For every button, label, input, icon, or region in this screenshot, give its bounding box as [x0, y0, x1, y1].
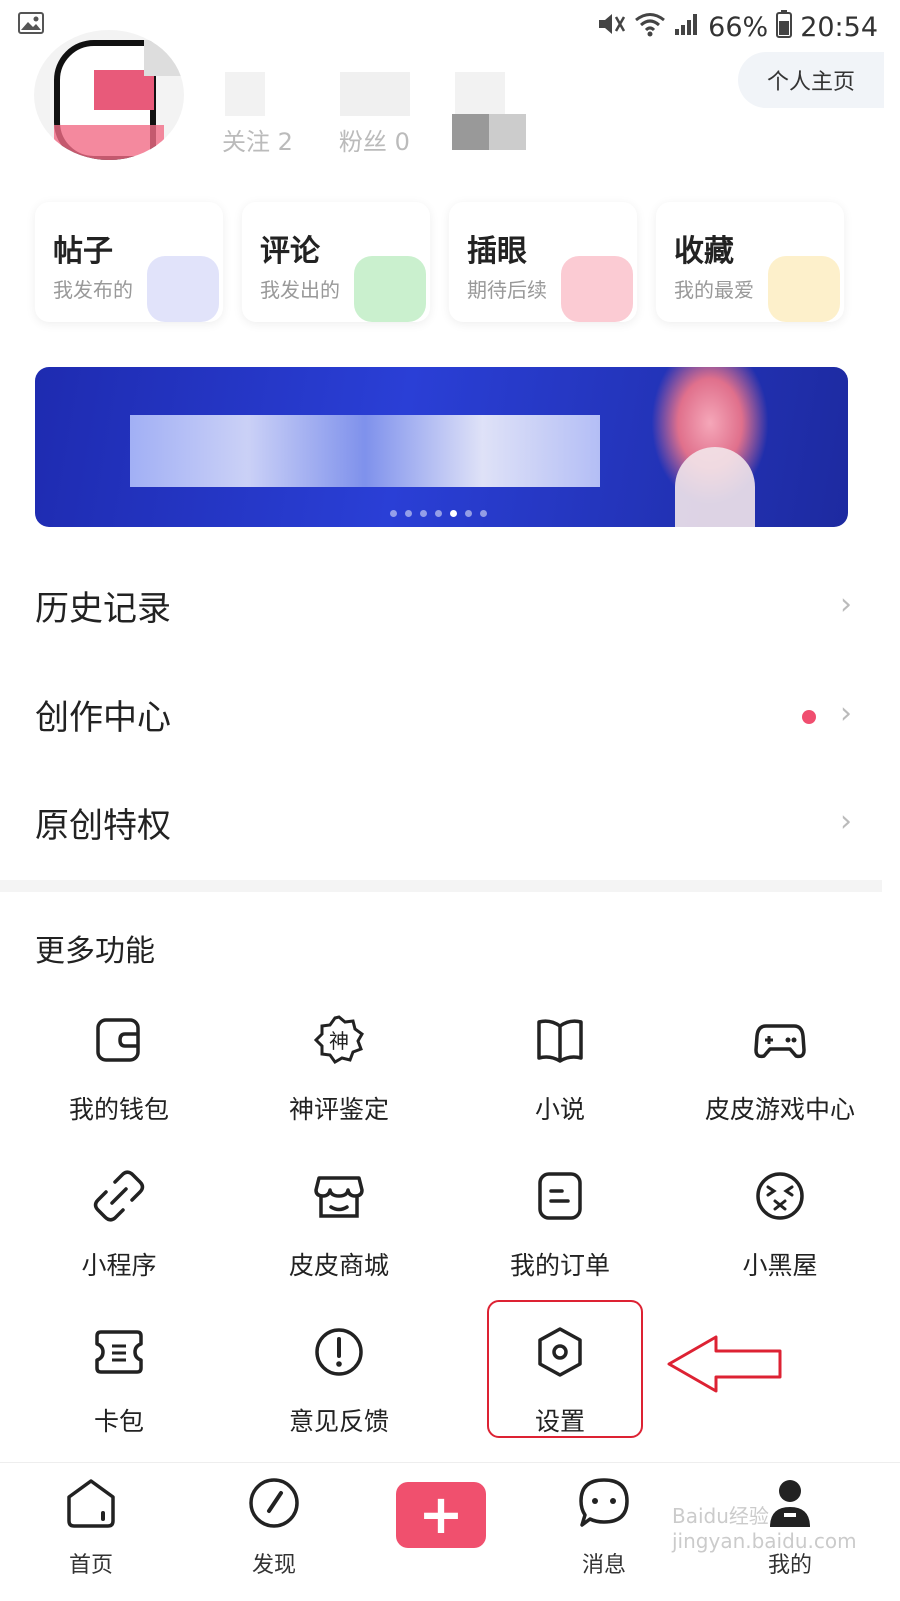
row-history[interactable]: 历史记录 ›	[0, 553, 900, 661]
eye-icon	[561, 256, 633, 322]
feature-label: 卡包	[93, 1407, 144, 1436]
banner-graphic	[130, 415, 600, 487]
battery-icon	[776, 10, 793, 45]
feature-mall[interactable]: 皮皮商城	[229, 1170, 449, 1290]
card-posts[interactable]: 帖子 我发布的	[35, 202, 223, 322]
feature-god-comment[interactable]: 神 神评鉴定	[229, 1014, 449, 1134]
clock: 20:54	[800, 12, 878, 43]
chevron-right-icon: ›	[840, 587, 852, 622]
banner-pagination	[390, 510, 487, 517]
svg-text:神: 神	[329, 1029, 349, 1053]
promo-banner[interactable]	[35, 367, 848, 527]
feature-blacklist[interactable]: 小黑屋	[670, 1170, 890, 1290]
personal-homepage-button[interactable]: 个人主页	[738, 52, 884, 108]
book-icon	[537, 1019, 583, 1063]
tab-discover[interactable]: 发现	[214, 1475, 334, 1585]
row-creator-center[interactable]: 创作中心 ›	[0, 662, 900, 770]
store-icon	[314, 1176, 364, 1218]
feature-label: 意见反馈	[288, 1407, 389, 1436]
battery-percent: 66%	[708, 12, 769, 43]
post-icon	[147, 256, 219, 322]
card-title: 帖子	[53, 234, 113, 269]
card-subtitle: 我发出的	[260, 278, 340, 302]
gallery-icon	[18, 12, 44, 38]
tab-label: 发现	[251, 1553, 296, 1578]
chat-icon	[579, 1478, 629, 1527]
plus-icon: +	[418, 1483, 464, 1546]
chat-bubble-icon	[354, 256, 426, 322]
notification-dot	[802, 710, 816, 724]
dizzy-face-icon	[756, 1172, 804, 1220]
star-icon	[768, 256, 840, 322]
exclamation-icon	[315, 1328, 363, 1376]
mute-icon	[596, 11, 626, 44]
profile-redacted-badge	[452, 114, 526, 150]
feature-novel[interactable]: 小说	[450, 1014, 670, 1134]
pointer-arrow-icon	[667, 1335, 782, 1393]
feature-feedback[interactable]: 意见反馈	[229, 1326, 449, 1446]
order-icon	[538, 1172, 582, 1220]
card-subtitle: 期待后续	[467, 278, 547, 302]
badge-icon: 神	[313, 1015, 364, 1064]
section-divider	[0, 880, 882, 892]
card-bookmarks[interactable]: 插眼 期待后续	[449, 202, 637, 322]
signal-icon	[674, 12, 700, 43]
home-icon	[67, 1479, 115, 1528]
tab-label: 消息	[581, 1553, 626, 1578]
more-features-title: 更多功能	[35, 934, 155, 969]
settings-highlight-box	[487, 1300, 643, 1438]
row-label: 原创特权	[35, 806, 171, 846]
card-title: 评论	[260, 234, 320, 269]
row-original-privilege[interactable]: 原创特权 ›	[0, 770, 900, 878]
feature-label: 小程序	[81, 1251, 157, 1280]
stat-followers: 粉丝 0	[338, 128, 410, 156]
card-subtitle: 我发布的	[53, 278, 133, 302]
tab-label: 首页	[68, 1553, 113, 1578]
card-favorites[interactable]: 收藏 我的最爱	[656, 202, 844, 322]
watermark: Baidu经验 jingyan.baidu.com	[672, 1504, 857, 1553]
feature-wallet[interactable]: 我的钱包	[9, 1014, 229, 1134]
card-title: 插眼	[467, 234, 527, 269]
feature-label: 我的订单	[509, 1251, 610, 1280]
chevron-right-icon: ›	[840, 696, 852, 731]
feature-label: 神评鉴定	[288, 1095, 389, 1124]
feature-label: 皮皮游戏中心	[704, 1095, 855, 1124]
row-label: 创作中心	[35, 698, 171, 738]
card-title: 收藏	[674, 234, 734, 269]
avatar[interactable]	[34, 30, 184, 160]
feature-mini-program[interactable]: 小程序	[9, 1170, 229, 1290]
feature-orders[interactable]: 我的订单	[450, 1170, 670, 1290]
tab-messages[interactable]: 消息	[544, 1475, 664, 1585]
feature-game-center[interactable]: 皮皮游戏中心	[670, 1014, 890, 1134]
tab-home[interactable]: 首页	[31, 1475, 151, 1585]
feature-label: 我的钱包	[68, 1095, 169, 1124]
ticket-icon	[95, 1330, 143, 1374]
profile-stats: 关注 2 粉丝 0	[222, 122, 410, 156]
card-subtitle: 我的最爱	[674, 278, 754, 302]
row-label: 历史记录	[35, 589, 171, 629]
feature-label: 皮皮商城	[288, 1251, 389, 1280]
stat-following: 关注 2	[222, 128, 293, 156]
chevron-right-icon: ›	[840, 804, 852, 839]
compass-icon	[249, 1478, 299, 1528]
card-comments[interactable]: 评论 我发出的	[242, 202, 430, 322]
feature-card-pack[interactable]: 卡包	[9, 1326, 229, 1446]
feature-label: 小黑屋	[742, 1251, 818, 1280]
create-post-button[interactable]: +	[396, 1482, 486, 1548]
feature-label: 小说	[534, 1095, 585, 1124]
username-redacted	[225, 72, 565, 116]
link-icon	[93, 1170, 145, 1222]
gamepad-icon	[754, 1024, 806, 1059]
wifi-icon	[634, 11, 666, 44]
wallet-icon	[96, 1018, 140, 1062]
